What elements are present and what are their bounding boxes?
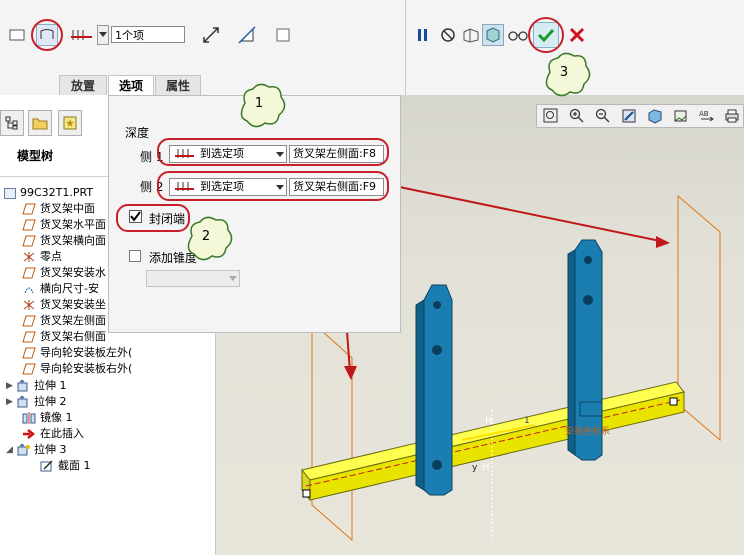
- datum-plane-left: [311, 320, 353, 542]
- saved-views-button[interactable]: [670, 105, 692, 127]
- beam-front: [309, 391, 685, 501]
- plate-hole: [433, 301, 441, 309]
- printer-icon: [725, 109, 739, 123]
- print-button[interactable]: [721, 105, 743, 127]
- saved-view-icon: [674, 110, 687, 122]
- arrowhead: [656, 236, 670, 248]
- refit-button[interactable]: [540, 105, 562, 127]
- side2-highlight: [157, 171, 389, 201]
- callout-bubble-3: 3: [542, 50, 591, 97]
- chevron-down-icon: [229, 276, 237, 281]
- right-fork-plate-side: [567, 249, 576, 456]
- plate-hole: [432, 460, 442, 470]
- side1-highlight: [157, 138, 389, 166]
- annotation-icon: AB: [699, 110, 714, 122]
- sketch-label-h: H: [482, 462, 490, 473]
- plate-hole: [432, 345, 442, 355]
- annotation-display-button[interactable]: AB: [696, 105, 718, 127]
- sketch-label-h: H: [485, 416, 493, 427]
- add-taper-checkbox[interactable]: [129, 250, 141, 262]
- beam-top: [301, 381, 685, 481]
- shading-icon: [648, 109, 662, 124]
- zoom-in-icon: [569, 108, 584, 123]
- beam-end-marker: [302, 489, 311, 498]
- callout-bubble-2: 2: [184, 214, 233, 261]
- coord-system-annotation: 安装坐标系: [565, 425, 610, 437]
- zoom-in-button[interactable]: [566, 105, 588, 127]
- display-style-button[interactable]: [644, 105, 666, 127]
- plate-hole: [583, 295, 593, 305]
- depth-section-label: 深度: [125, 126, 150, 140]
- repaint-button[interactable]: [618, 105, 640, 127]
- beam-end-marker: [669, 397, 678, 406]
- plate-hole: [584, 256, 592, 264]
- sketch-label-y: y: [472, 463, 478, 473]
- zoom-out-icon: [595, 108, 610, 123]
- svg-text:AB: AB: [699, 110, 709, 118]
- repaint-icon: [622, 109, 636, 123]
- callout-number: 2: [201, 228, 211, 244]
- callout-bubble-1: 1: [237, 81, 286, 128]
- view-toolbar: AB: [536, 104, 744, 128]
- left-fork-plate-side: [415, 299, 425, 491]
- callout-number: 3: [559, 64, 569, 80]
- capped-ends-highlight: [116, 204, 190, 232]
- taper-value-field[interactable]: [146, 270, 240, 287]
- arrow-to-right-plane: [384, 183, 666, 243]
- beam-centerline: [305, 399, 681, 487]
- mount-bracket: [579, 401, 603, 417]
- callout-number: 1: [254, 95, 264, 111]
- arrowhead: [344, 366, 357, 380]
- refit-icon: [543, 108, 558, 123]
- zoom-out-button[interactable]: [592, 105, 614, 127]
- dimension-label: 1: [524, 416, 530, 426]
